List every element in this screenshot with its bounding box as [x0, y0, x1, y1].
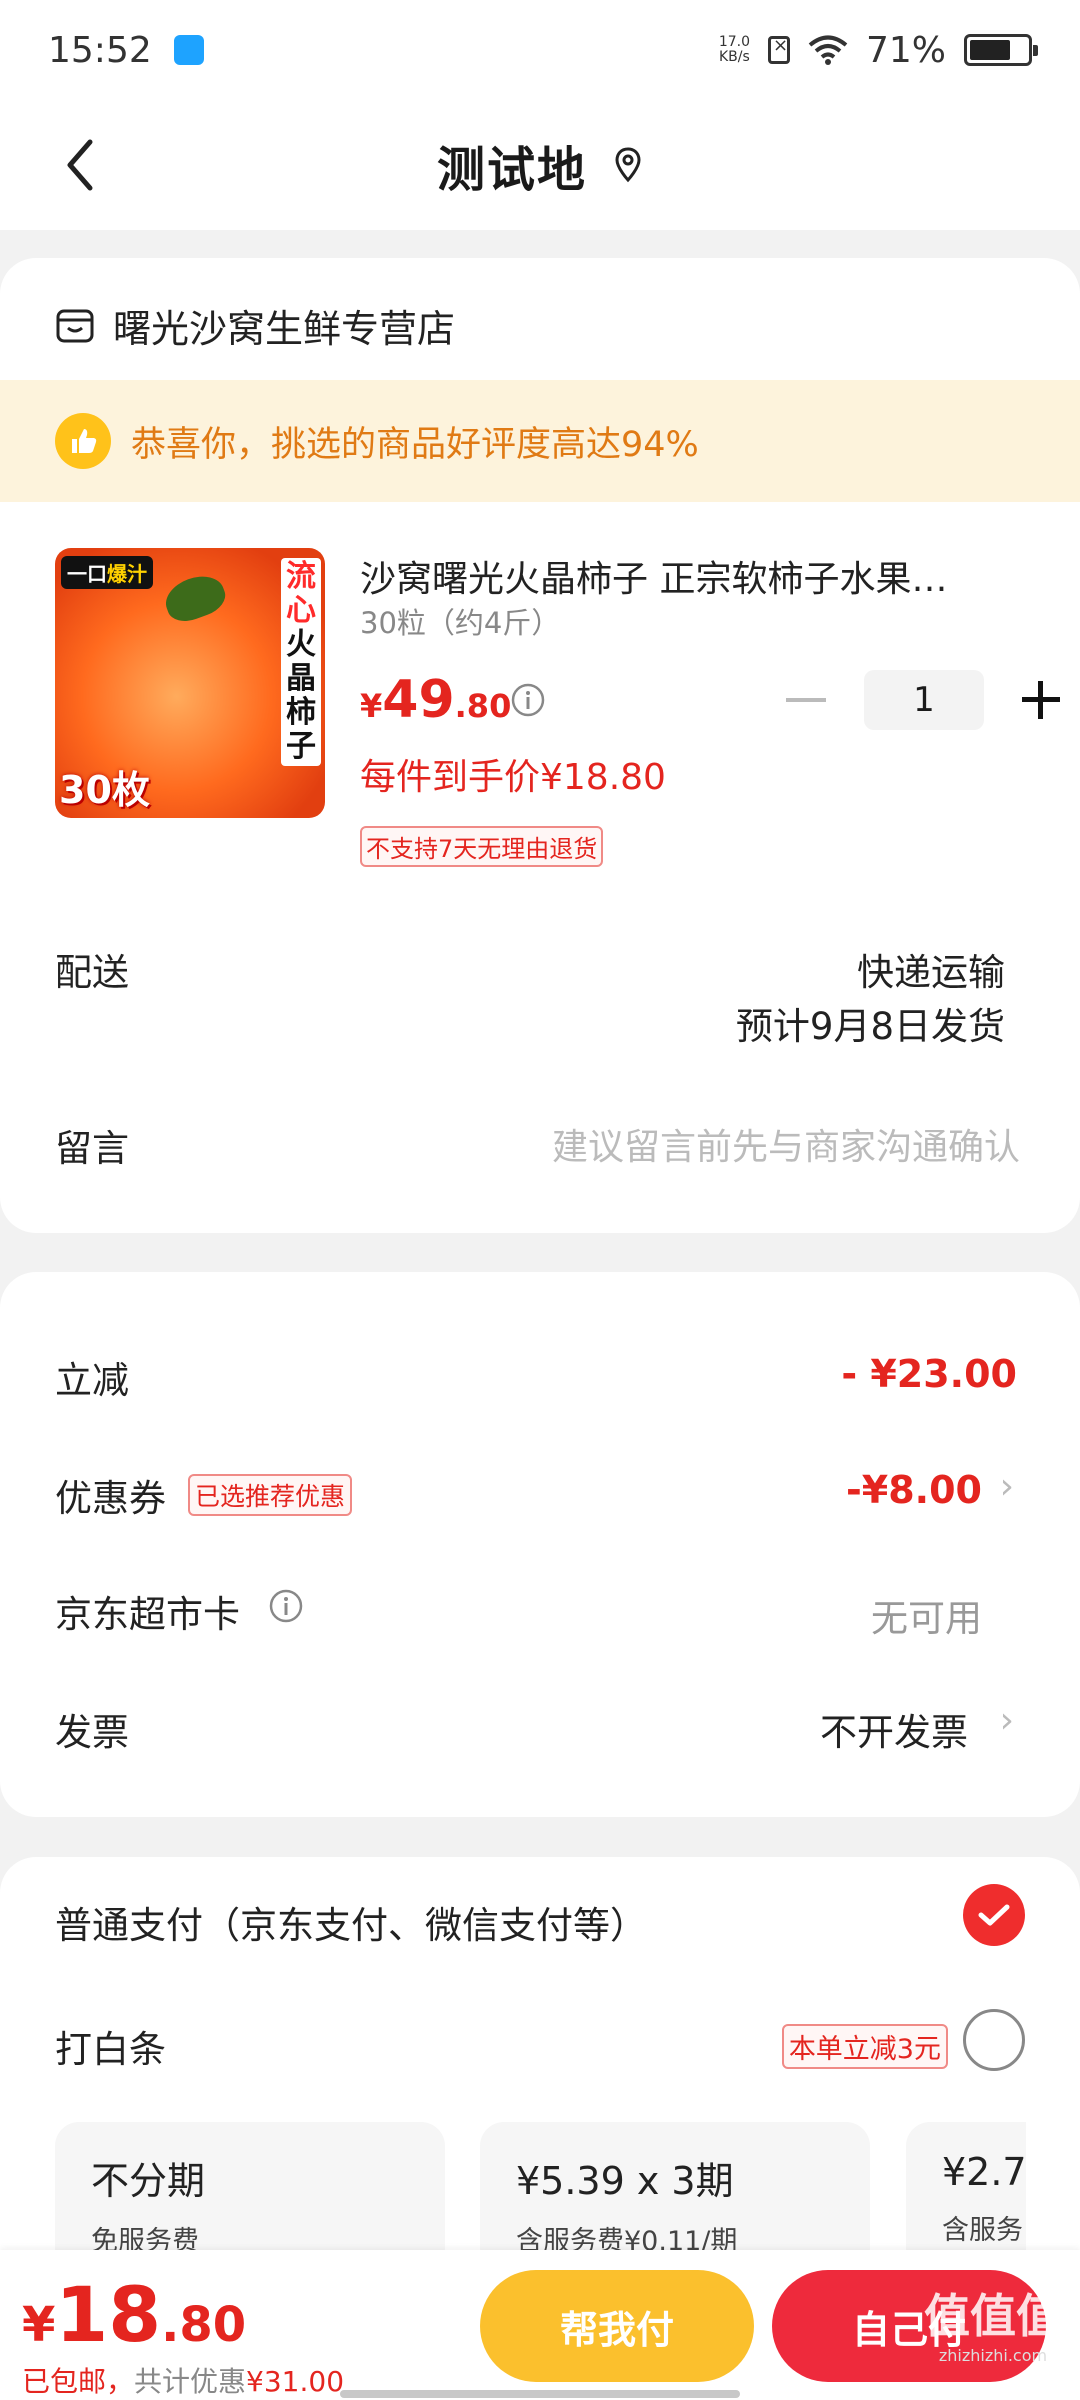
delivery-label: 配送: [55, 951, 129, 994]
product-image[interactable]: 一口爆汁 流心 火晶柿子 30枚: [55, 548, 325, 818]
deal-price: 每件到手价¥18.80: [360, 757, 666, 798]
product-title[interactable]: 沙窝曙光火晶柿子 正宗软柿子水果…: [360, 550, 1000, 602]
battery-icon: [964, 34, 1038, 66]
delivery-eta: 预计9月8日发货: [735, 1005, 1005, 1048]
image-vertical-black: 火晶柿子: [286, 627, 316, 764]
back-icon[interactable]: [52, 130, 122, 200]
nav-bar: 测试地: [0, 100, 1080, 230]
total-dec: .80: [161, 2297, 247, 2353]
coupon-tag: 已选推荐优惠: [188, 1474, 353, 1516]
battery-percent: 71%: [865, 29, 946, 71]
product-image-count: 30枚: [59, 768, 150, 812]
product-image-vertical-text: 流心 火晶柿子: [281, 558, 321, 766]
price-int: 49: [382, 670, 455, 730]
discount-card: 立减 - ¥23.00 优惠券 已选推荐优惠 -¥8.00 › 京东超市卡 无可…: [0, 1272, 1080, 1817]
sim-icon: [767, 35, 790, 64]
total-note: 已包邮，共计优惠¥31.00: [22, 2360, 344, 2400]
baitiao-tag: 本单立减3元: [781, 2024, 948, 2069]
supermarket-card-label: 京东超市卡: [55, 1593, 240, 1636]
no-return-badge: 不支持7天无理由退货: [360, 826, 604, 867]
status-bar: 15:52 17.0 KB/s 71%: [0, 0, 1080, 100]
clock: 15:52: [48, 29, 152, 71]
checkout-bar: ¥18.80 已包邮，共计优惠¥31.00 帮我付 自己付 值值值 zhizhi…: [0, 2250, 1080, 2400]
net-speed-unit: KB/s: [719, 49, 750, 65]
plan-title: 不分期: [91, 2159, 206, 2203]
plan-sub: 含服务: [942, 2215, 1023, 2246]
instant-discount-value: - ¥23.00: [841, 1352, 1017, 1396]
total-price: ¥18.80: [22, 2270, 246, 2359]
location-pin-icon[interactable]: [613, 146, 643, 184]
image-tag-a: 一口: [67, 562, 107, 586]
normal-pay-radio[interactable]: [963, 1884, 1025, 1946]
app-notification-icon: [173, 35, 204, 65]
quantity-value[interactable]: 1: [864, 670, 984, 730]
total-savings-amount: ¥31.00: [246, 2365, 345, 2398]
watermark-url: zhizhizhi.com: [938, 2346, 1048, 2365]
store-row[interactable]: 曙光沙窝生鲜专营店: [55, 298, 455, 353]
baitiao-label[interactable]: 打白条: [55, 2019, 166, 2073]
home-indicator[interactable]: [340, 2390, 740, 2398]
message-label: 留言: [55, 1127, 129, 1170]
help-pay-button[interactable]: 帮我付: [480, 2270, 754, 2382]
free-shipping-text: 已包邮，: [22, 2365, 135, 2398]
invoice-value[interactable]: 不开发票: [820, 1702, 968, 1756]
image-vertical-red: 流心: [286, 559, 316, 628]
minus-icon[interactable]: [786, 698, 826, 702]
price-symbol: ¥: [360, 687, 383, 725]
delivery-method[interactable]: 快递运输: [857, 942, 1005, 996]
supermarket-card-value: 无可用: [871, 1597, 982, 1640]
quantity-stepper: 1: [786, 670, 1060, 730]
page-title: 测试地: [436, 142, 587, 198]
coupon-value[interactable]: -¥8.00: [846, 1468, 982, 1512]
plan-title: ¥5.39 x 3期: [516, 2159, 734, 2203]
plus-icon[interactable]: [1022, 681, 1060, 719]
price-dec: .80: [454, 687, 512, 725]
status-icons: 17.0 KB/s 71%: [719, 29, 1038, 71]
info-icon[interactable]: [510, 682, 546, 718]
normal-pay-label[interactable]: 普通支付（京东支付、微信支付等）: [55, 1895, 647, 1949]
info-icon[interactable]: [268, 1588, 304, 1624]
product-image-tag: 一口爆汁: [61, 556, 153, 589]
battery-fill: [970, 40, 1010, 60]
chevron-right-icon[interactable]: ›: [1000, 1466, 1014, 1507]
net-speed-value: 17.0: [718, 34, 750, 50]
chevron-right-icon[interactable]: ›: [1000, 1700, 1014, 1741]
rating-banner-text: 恭喜你，挑选的商品好评度高达94%: [131, 424, 699, 465]
coupon-label[interactable]: 优惠券: [55, 1468, 166, 1522]
rating-banner: 恭喜你，挑选的商品好评度高达94%: [0, 380, 1080, 502]
invoice-label[interactable]: 发票: [55, 1702, 129, 1756]
total-savings-label: 共计优惠: [134, 2365, 247, 2398]
wifi-icon: [808, 35, 848, 65]
check-icon: [978, 1904, 1010, 1926]
store-icon: [56, 309, 94, 342]
baitiao-radio[interactable]: [963, 2009, 1025, 2071]
order-card: 曙光沙窝生鲜专营店 恭喜你，挑选的商品好评度高达94% 一口爆汁 流心 火晶柿子…: [0, 258, 1080, 1233]
total-symbol: ¥: [22, 2297, 56, 2353]
watermark-text: 值值值: [924, 2289, 1062, 2343]
instant-discount-label: 立减: [55, 1359, 129, 1402]
net-speed: 17.0 KB/s: [719, 35, 750, 65]
image-tag-b: 爆汁: [107, 562, 147, 586]
store-name: 曙光沙窝生鲜专营店: [113, 307, 456, 351]
message-input[interactable]: 建议留言前先与商家沟通确认: [552, 1118, 1020, 1170]
product-price: ¥49.80: [360, 670, 511, 730]
plan-title: ¥2.7: [942, 2150, 1026, 2194]
thumbs-up-icon: [55, 413, 111, 469]
product-image-leaf: [159, 568, 231, 628]
watermark: 值值值 zhizhizhi.com: [924, 2280, 1062, 2365]
total-int: 18: [55, 2270, 162, 2359]
product-spec: 30粒（约4斤）: [360, 606, 561, 640]
